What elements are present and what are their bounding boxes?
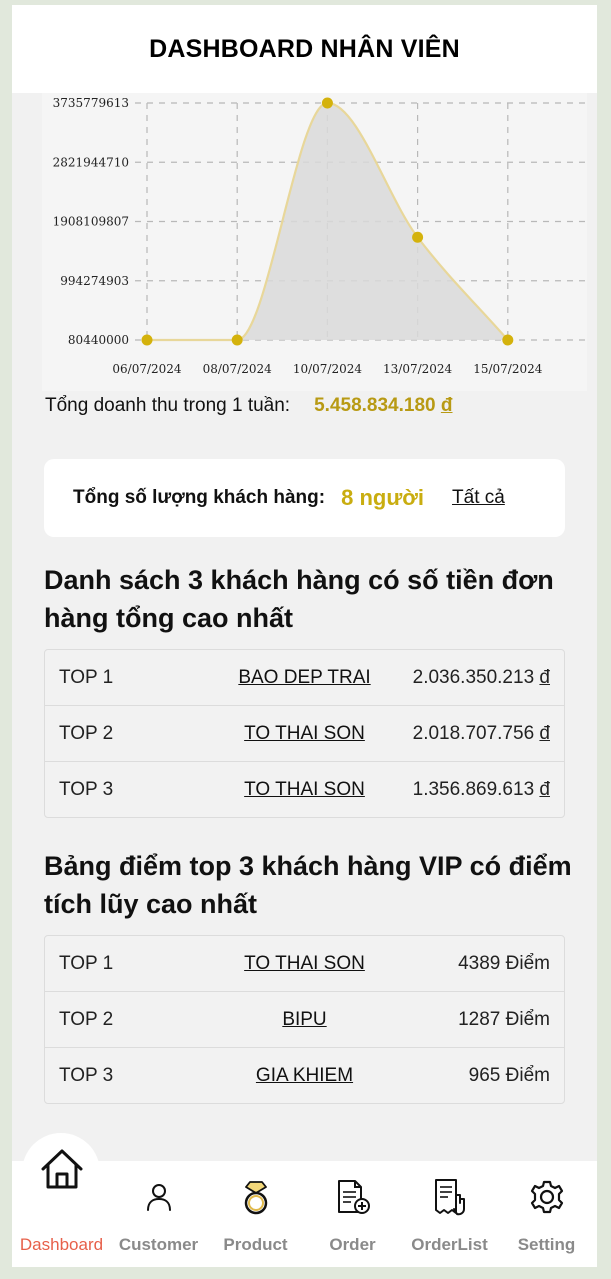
- nav-label: Customer: [118, 1235, 199, 1254]
- currency-symbol: đ: [539, 778, 550, 800]
- nav-setting[interactable]: Setting: [498, 1161, 595, 1267]
- order-total-amount: 2.036.350.213: [412, 666, 535, 688]
- nav-label: Dashboard: [19, 1235, 104, 1254]
- top-vip-title: Bảng điểm top 3 khách hàng VIP có điểm t…: [44, 851, 572, 919]
- data-point: [502, 334, 514, 346]
- home-icon: [13, 1147, 110, 1191]
- nav-label: OrderList: [411, 1235, 488, 1254]
- nav-product[interactable]: Product: [207, 1161, 304, 1267]
- data-point: [141, 334, 153, 346]
- customer-name-link[interactable]: TO THAI SON: [244, 779, 365, 800]
- y-tick-label: 2821944710: [53, 155, 129, 169]
- nav-customer[interactable]: Customer: [110, 1161, 207, 1267]
- data-point: [412, 231, 424, 243]
- page-header: DASHBOARD NHÂN VIÊN: [12, 5, 597, 93]
- table-row: TOP 3 TO THAI SON 1.356.869.613 đ: [45, 762, 564, 817]
- weekly-revenue-value: 5.458.834.180 đ: [314, 395, 452, 417]
- customer-name-link[interactable]: BAO DEP TRAI: [238, 667, 370, 688]
- bottom-nav: Dashboard Customer Product Order OrderLi…: [12, 1149, 597, 1267]
- x-tick-label: 10/07/2024: [293, 362, 363, 376]
- nav-label: Product: [223, 1235, 288, 1254]
- points-value: 965 Điểm: [468, 1064, 550, 1086]
- x-tick-label: 08/07/2024: [203, 362, 273, 376]
- y-tick-label: 3735779613: [53, 96, 129, 110]
- document-add-icon: [304, 1175, 401, 1219]
- customer-count-label: Tổng số lượng khách hàng:: [73, 487, 326, 508]
- nav-order[interactable]: Order: [304, 1161, 401, 1267]
- order-total: 2.036.350.213 đ: [413, 667, 550, 689]
- page-title: DASHBOARD NHÂN VIÊN: [149, 34, 460, 63]
- nav-dashboard[interactable]: Dashboard: [13, 1149, 110, 1267]
- revenue-chart-svg: 80440000 994274903 1908109807 2821944710 373…: [53, 96, 587, 376]
- table-row: TOP 1 BAO DEP TRAI 2.036.350.213 đ: [45, 650, 564, 706]
- area-fill: [147, 103, 508, 340]
- table-row: TOP 2 TO THAI SON 2.018.707.756 đ: [45, 706, 564, 762]
- currency-symbol: đ: [539, 722, 550, 744]
- receipt-icon: [401, 1175, 498, 1219]
- customer-name-link[interactable]: TO THAI SON: [244, 723, 365, 744]
- customer-name-link[interactable]: TO THAI SON: [244, 953, 365, 974]
- y-tick-label: 994274903: [60, 274, 129, 288]
- order-total: 2.018.707.756 đ: [413, 723, 550, 745]
- order-total-amount: 1.356.869.613: [412, 778, 535, 800]
- weekly-revenue: Tổng doanh thu trong 1 tuần: 5.458.834.1…: [45, 393, 585, 419]
- weekly-revenue-currency: đ: [440, 395, 453, 416]
- x-tick-label: 15/07/2024: [473, 362, 543, 376]
- app-frame: DASHBOARD NHÂN VIÊN 80440000 994274903 190…: [12, 5, 597, 1267]
- customer-name-link[interactable]: GIA KHIEM: [256, 1065, 353, 1086]
- y-tick-label: 80440000: [68, 333, 129, 347]
- weekly-revenue-label: Tổng doanh thu trong 1 tuần:: [45, 395, 291, 416]
- data-point: [321, 97, 333, 109]
- table-row: TOP 1 TO THAI SON 4389 Điểm: [45, 936, 564, 992]
- customer-name-link[interactable]: BIPU: [282, 1009, 326, 1030]
- y-tick-label: 1908109807: [53, 215, 129, 229]
- ring-icon: [207, 1175, 304, 1219]
- table-row: TOP 3 GIA KHIEM 965 Điểm: [45, 1048, 564, 1103]
- nav-orderlist[interactable]: OrderList: [401, 1161, 498, 1267]
- top-orders-title: Danh sách 3 khách hàng có số tiền đơn hà…: [44, 565, 554, 633]
- customer-count-card: Tổng số lượng khách hàng: 8 người Tất cả: [44, 459, 565, 537]
- nav-label: Order: [329, 1235, 376, 1254]
- order-total-amount: 2.018.707.756: [412, 722, 535, 744]
- top-vip-table: TOP 1 TO THAI SON 4389 Điểm TOP 2 BIPU 1…: [44, 935, 565, 1104]
- x-tick-label: 06/07/2024: [112, 362, 182, 376]
- nav-label: Setting: [517, 1235, 576, 1254]
- x-tick-label: 13/07/2024: [383, 362, 453, 376]
- top-orders-table: TOP 1 BAO DEP TRAI 2.036.350.213 đ TOP 2…: [44, 649, 565, 818]
- table-row: TOP 2 BIPU 1287 Điểm: [45, 992, 564, 1048]
- weekly-revenue-amount: 5.458.834.180: [314, 395, 436, 416]
- customer-count-value: 8 người: [341, 485, 425, 510]
- view-all-customers-link[interactable]: Tất cả: [446, 487, 511, 509]
- currency-symbol: đ: [539, 666, 550, 688]
- points-value: 4389 Điểm: [458, 952, 550, 974]
- revenue-chart: 80440000 994274903 1908109807 2821944710 373…: [42, 93, 587, 391]
- points-value: 1287 Điểm: [458, 1008, 550, 1030]
- data-point: [231, 334, 243, 346]
- user-icon: [110, 1175, 207, 1219]
- gear-icon: [498, 1175, 595, 1219]
- order-total: 1.356.869.613 đ: [413, 779, 550, 801]
